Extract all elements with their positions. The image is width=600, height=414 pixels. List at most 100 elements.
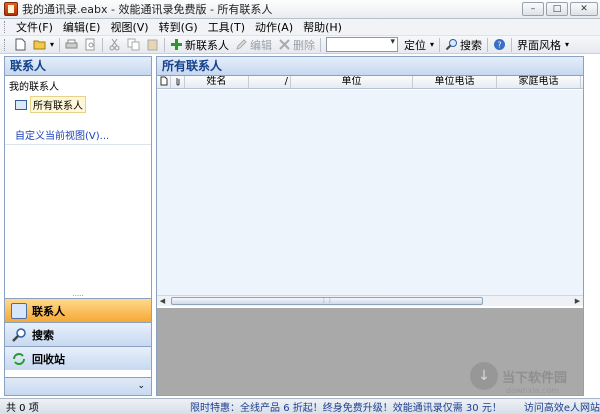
column-header-icon[interactable] (157, 76, 171, 88)
cut-button[interactable] (105, 37, 124, 53)
tree-group-label: 我的联系人 (9, 82, 59, 93)
search-button[interactable]: 搜索 (442, 37, 485, 53)
help-icon: ? (494, 39, 506, 50)
menu-bar: 文件(F) 编辑(E) 视图(V) 转到(G) 工具(T) 动作(A) 帮助(H… (0, 19, 600, 36)
grid-header: 姓名 / 单位 单位电话 家庭电话 (157, 76, 583, 89)
menu-file[interactable]: 文件(F) (11, 19, 58, 35)
contact-card-icon (15, 99, 27, 110)
column-header-attachment[interactable] (171, 76, 185, 88)
status-bar: 共 0 项 限时特惠：全线产品 6 折起！终身免费升级！效能通讯录仅需 30 元… (0, 398, 600, 414)
new-file-icon (15, 38, 26, 51)
new-contact-label: 新联系人 (185, 38, 230, 52)
locate-combo[interactable] (326, 37, 399, 52)
chevron-down-icon: ▾ (565, 40, 570, 49)
toolbar: ▾ 新联系人 编辑 删除 定位 ▾ 搜索 ? 界面风格 (0, 36, 600, 54)
tree-item-all-contacts[interactable]: 所有联系人 (15, 96, 147, 113)
item-count: 共 0 项 (6, 403, 39, 414)
print-preview-icon (85, 38, 95, 51)
column-header-sort[interactable]: / (249, 76, 291, 88)
nav-contacts-button[interactable]: 联系人 (5, 298, 151, 322)
plus-icon (171, 39, 183, 50)
theme-label: 界面风格 (517, 38, 562, 52)
copy-button[interactable] (124, 37, 143, 53)
paste-button[interactable] (143, 37, 162, 53)
menu-grip[interactable] (4, 21, 7, 33)
toolbar-separator (320, 37, 322, 52)
scroll-right-arrow-icon[interactable]: ▶ (572, 296, 583, 306)
svg-text:?: ? (497, 41, 501, 50)
delete-icon (279, 39, 290, 50)
menu-tools[interactable]: 工具(T) (203, 19, 250, 35)
customize-view-link[interactable]: 自定义当前视图(V)... (15, 127, 147, 142)
app-icon (4, 2, 18, 16)
scroll-left-arrow-icon[interactable]: ◀ (157, 296, 168, 306)
theme-button[interactable]: 界面风格 ▾ (514, 37, 572, 53)
print-preview-button[interactable] (81, 37, 100, 53)
sidebar-title: 联系人 (5, 57, 151, 76)
scroll-thumb[interactable]: ⋮⋮ (171, 297, 483, 305)
nav-search-button[interactable]: 搜索 (5, 322, 151, 346)
close-button[interactable]: ✕ (570, 2, 598, 16)
menu-edit[interactable]: 编辑(E) (58, 19, 106, 35)
toolbar-separator (439, 37, 441, 52)
folder-icon (33, 40, 46, 50)
contacts-sidebar: 联系人 我的联系人 所有联系人 自定义当前视图(V)... ..... 联系人 … (4, 56, 152, 396)
window-controls: – □ ✕ (522, 2, 598, 16)
maximize-button[interactable]: □ (546, 2, 568, 16)
promo-link[interactable]: 限时特惠：全线产品 6 折起！终身免费升级！效能通讯录仅需 30 元！ (190, 399, 502, 414)
pencil-icon (236, 39, 247, 50)
chevron-down-icon: ▾ (50, 40, 55, 49)
nav-configure-button[interactable]: ⌄ (5, 377, 151, 395)
nav-recycle-button[interactable]: 回收站 (5, 346, 151, 370)
column-header-work-phone[interactable]: 单位电话 (413, 76, 497, 88)
website-link[interactable]: 访问高效e人网站 (524, 399, 600, 414)
recycle-icon (13, 352, 25, 365)
nav-search-label: 搜索 (32, 328, 54, 342)
contacts-icon (11, 302, 27, 319)
search-label: 搜索 (460, 38, 483, 52)
title-bar: 我的通讯录.eabx - 效能通讯录免费版 - 所有联系人 – □ ✕ (0, 0, 600, 19)
tree-item-label: 所有联系人 (30, 96, 86, 113)
help-button[interactable]: ? (490, 37, 509, 53)
list-title: 所有联系人 (157, 57, 583, 76)
document-icon (160, 76, 167, 86)
toolbar-separator (511, 37, 513, 52)
locate-button[interactable]: 定位 ▾ (401, 37, 437, 53)
edit-button[interactable]: 编辑 (232, 37, 275, 53)
search-icon (12, 327, 26, 342)
chevron-down-icon: ▾ (430, 40, 435, 49)
toolbar-grip[interactable] (4, 38, 7, 51)
toolbar-separator (164, 37, 166, 52)
column-header-home-phone[interactable]: 家庭电话 (497, 76, 581, 88)
contact-grid[interactable] (157, 90, 583, 295)
column-header-name[interactable]: 姓名 (185, 76, 249, 88)
contact-list-pane: 所有联系人 姓名 / 单位 单位电话 家庭电话 ◀ ⋮⋮ ▶ (156, 56, 584, 396)
contact-folder-tree: 我的联系人 所有联系人 自定义当前视图(V)... (5, 76, 151, 145)
open-file-button[interactable]: ▾ (30, 37, 57, 53)
new-contact-button[interactable]: 新联系人 (167, 37, 232, 53)
print-button[interactable] (62, 37, 81, 53)
watermark: ↓ 当下软件园 downxia.com (470, 362, 568, 395)
delete-label: 删除 (293, 38, 316, 52)
watermark-text: 当下软件园 (502, 370, 568, 386)
menu-goto[interactable]: 转到(G) (154, 19, 203, 35)
window-title: 我的通讯录.eabx - 效能通讯录免费版 - 所有联系人 (22, 3, 273, 16)
clipboard-icon (147, 39, 158, 51)
printer-icon (65, 39, 78, 49)
minimize-button[interactable]: – (522, 2, 544, 16)
new-file-button[interactable] (11, 37, 30, 53)
menu-view[interactable]: 视图(V) (105, 19, 153, 35)
edit-label: 编辑 (250, 38, 273, 52)
toolbar-separator (59, 37, 61, 52)
horizontal-scrollbar[interactable]: ◀ ⋮⋮ ▶ (157, 295, 583, 306)
watermark-subtext: downxia.com (506, 386, 560, 395)
toolbar-separator (487, 37, 489, 52)
menu-actions[interactable]: 动作(A) (250, 19, 298, 35)
copy-icon (127, 38, 140, 51)
delete-button[interactable]: 删除 (275, 37, 318, 53)
paperclip-icon (176, 78, 179, 86)
nav-contacts-label: 联系人 (32, 304, 65, 318)
toolbar-separator (102, 37, 104, 52)
menu-help[interactable]: 帮助(H) (298, 19, 347, 35)
column-header-company[interactable]: 单位 (291, 76, 413, 88)
